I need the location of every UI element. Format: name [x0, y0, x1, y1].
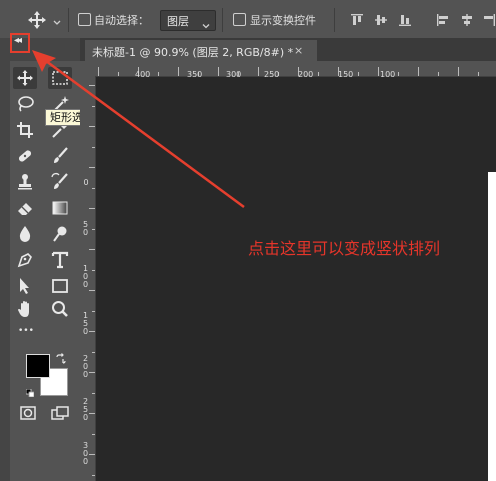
double-chevron-left-icon: ◂◂ — [14, 35, 22, 46]
path-select-icon[interactable] — [14, 275, 36, 297]
move-icon[interactable] — [14, 67, 36, 89]
close-icon[interactable]: × — [294, 44, 303, 57]
quick-mask-icon[interactable] — [17, 402, 39, 424]
align-left-edges-icon[interactable] — [436, 12, 450, 26]
ruler-tick-label: 2 0 0 — [82, 354, 89, 379]
options-bar — [0, 0, 496, 39]
chevron-down-icon[interactable] — [52, 13, 62, 25]
swap-colors-icon[interactable] — [55, 350, 67, 364]
type-icon[interactable] — [49, 249, 71, 271]
zoom-icon[interactable] — [49, 298, 71, 320]
toolbar-edge — [0, 61, 10, 481]
dodge-icon[interactable] — [49, 223, 71, 245]
chevron-down-icon — [202, 15, 210, 29]
ruler-tick-label: 5 0 — [82, 220, 89, 237]
move-tool-preset-icon[interactable] — [26, 9, 48, 31]
ruler-tick-label: 0 — [83, 178, 89, 187]
align-bottom-edges-icon[interactable] — [398, 12, 412, 26]
pen-icon[interactable] — [14, 249, 36, 271]
document-canvas[interactable] — [488, 172, 496, 481]
rectangle-shape-icon[interactable] — [49, 275, 71, 297]
blur-icon[interactable] — [14, 223, 36, 245]
ruler-tick-label: 3 0 0 — [82, 441, 89, 466]
divider — [222, 8, 223, 32]
ruler-tick-label: 1 0 0 — [82, 264, 89, 289]
crop-icon[interactable] — [14, 119, 36, 141]
show-transform-controls-label: 显示变换控件 — [250, 14, 316, 27]
lasso-icon[interactable] — [14, 93, 36, 115]
rect-marquee-icon[interactable] — [49, 67, 71, 89]
auto-select-checkbox[interactable] — [78, 13, 91, 26]
align-vertical-centers-icon[interactable] — [374, 12, 388, 26]
dropdown-value: 图层 — [167, 15, 189, 28]
document-tab-title: 未标题-1 @ 90.9% (图层 2, RGB/8#) * — [92, 46, 294, 59]
align-right-edges-icon[interactable] — [482, 12, 496, 26]
align-top-edges-icon[interactable] — [350, 12, 364, 26]
ruler-tick-label: 1 5 0 — [82, 311, 89, 336]
healing-brush-icon[interactable] — [14, 145, 36, 167]
divider — [334, 8, 335, 32]
more-tools-icon[interactable]: ••• — [18, 326, 34, 336]
eraser-icon[interactable] — [14, 197, 36, 219]
hand-icon[interactable] — [14, 298, 36, 320]
clone-stamp-icon[interactable] — [14, 171, 36, 193]
canvas-workspace[interactable] — [96, 77, 496, 481]
align-horizontal-centers-icon[interactable] — [460, 12, 474, 26]
foreground-color-swatch[interactable] — [26, 354, 50, 378]
history-brush-icon[interactable] — [49, 171, 71, 193]
screen-mode-icon[interactable] — [49, 402, 71, 424]
ruler-tick-label: 2 5 0 — [82, 397, 89, 422]
divider — [68, 8, 69, 32]
ruler-origin[interactable] — [80, 61, 95, 76]
show-transform-controls-checkbox[interactable] — [233, 13, 246, 26]
gradient-icon[interactable] — [49, 197, 71, 219]
brush-icon[interactable] — [49, 145, 71, 167]
auto-select-label: 自动选择： — [94, 14, 149, 27]
annotation-text: 点击这里可以变成竖状排列 — [248, 239, 441, 258]
default-colors-icon[interactable] — [25, 382, 35, 398]
